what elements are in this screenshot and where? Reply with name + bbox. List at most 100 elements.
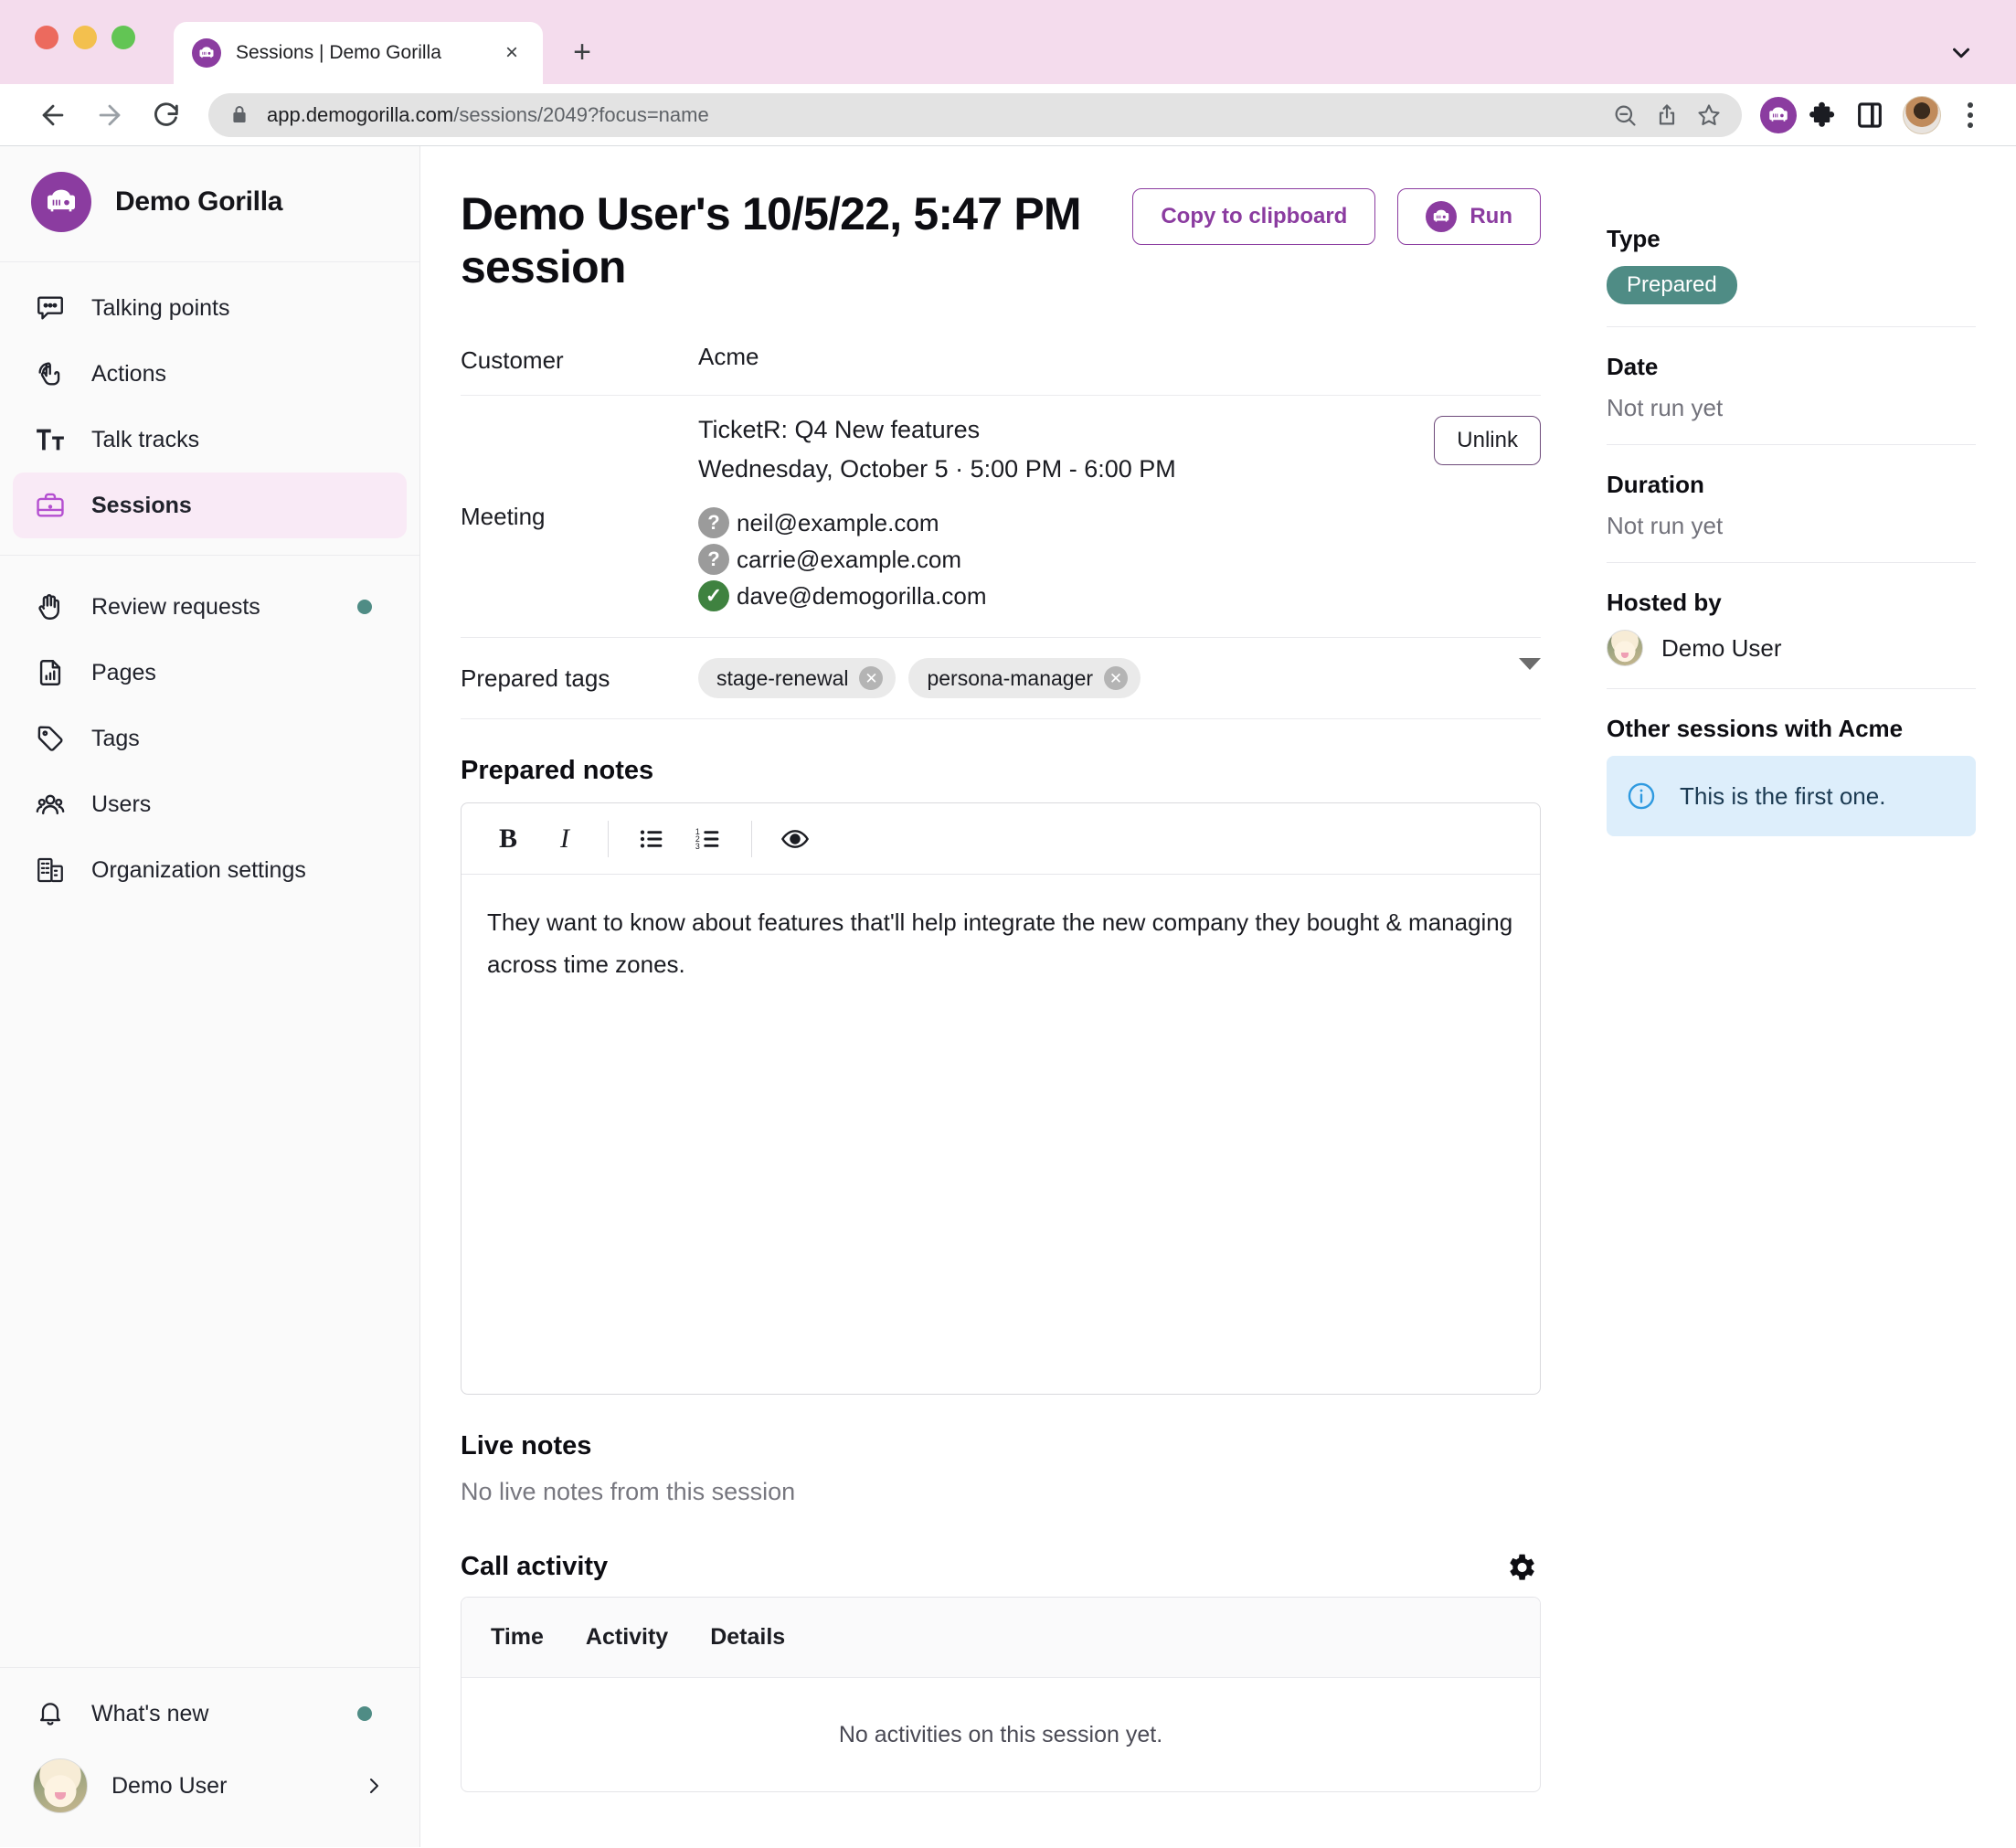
type-block: Type Prepared [1607,225,1976,327]
page-header: Demo User's 10/5/22, 5:47 PM session Cop… [461,188,1541,293]
window-minimize-button[interactable] [73,26,97,49]
eye-icon[interactable] [769,812,822,866]
sidebar-item-label: Organization settings [91,857,387,884]
hosted-by-label: Hosted by [1607,589,1976,617]
remove-tag-icon[interactable]: ✕ [859,666,883,690]
zoom-out-icon[interactable] [1612,102,1638,128]
sidebar-item-label: Talk tracks [91,427,387,453]
bulleted-list-icon[interactable] [625,812,678,866]
bold-button[interactable]: B [482,812,535,866]
sidebar-item-tags[interactable]: Tags [13,706,407,771]
sidebar-user-name: Demo User [111,1773,337,1800]
sidebar-item-users[interactable]: Users [13,771,407,837]
sidebar-item-actions[interactable]: Actions [13,341,407,407]
live-notes-heading: Live notes [461,1431,1541,1461]
sidebar-item-label: What's new [91,1701,334,1727]
italic-button[interactable]: I [538,812,591,866]
customer-value[interactable]: Acme [698,343,1541,371]
meeting-details: TicketR: Q4 New features Wednesday, Octo… [698,416,1412,617]
tag-chip[interactable]: stage-renewal ✕ [698,658,896,698]
main-content: Demo User's 10/5/22, 5:47 PM session Cop… [420,146,2016,1847]
unlink-button[interactable]: Unlink [1434,416,1541,465]
sidebar-item-talking-points[interactable]: Talking points [13,275,407,341]
sidebar-item-organization-settings[interactable]: Organization settings [13,837,407,903]
other-sessions-block: Other sessions with Acme This is the fir… [1607,715,1976,858]
attendee-row: ? carrie@example.com [698,544,1412,575]
run-button[interactable]: Run [1397,188,1541,245]
sidebar-nav-primary: Talking points Actions Talk tracks Sessi… [0,262,419,538]
copy-to-clipboard-label: Copy to clipboard [1161,204,1347,229]
brand-header[interactable]: Demo Gorilla [0,146,419,262]
sidebar-item-review-requests[interactable]: Review requests [13,574,407,640]
cursor-click-icon [33,356,68,391]
gear-icon[interactable] [1501,1547,1541,1588]
share-icon[interactable] [1654,102,1680,128]
info-banner: This is the first one. [1607,756,1976,836]
tag-chip[interactable]: persona-manager ✕ [908,658,1141,698]
chevron-down-icon[interactable] [1943,35,1979,71]
numbered-list-icon[interactable]: 123 [682,812,735,866]
meeting-label: Meeting [461,503,698,531]
browser-tab-bar: Sessions | Demo Gorilla × + [0,0,2016,84]
toolbar-divider [751,821,752,857]
attendee-status-accepted-icon: ✓ [698,580,729,611]
meeting-when: Wednesday, October 5 · 5:00 PM - 6:00 PM [698,455,1412,483]
document-chart-icon [33,655,68,690]
close-icon[interactable]: × [499,40,525,66]
sidebar-item-whats-new[interactable]: What's new [13,1681,407,1747]
tag-chip-label: persona-manager [927,666,1093,691]
sidebar-item-sessions[interactable]: Sessions [13,473,407,538]
caret-down-icon[interactable] [1519,658,1541,670]
table-header-row: Time Activity Details [462,1598,1540,1678]
date-block: Date Not run yet [1607,353,1976,445]
star-icon[interactable] [1696,102,1722,128]
window-close-button[interactable] [35,26,58,49]
other-sessions-label: Other sessions with Acme [1607,715,1976,743]
reload-icon[interactable] [141,90,192,141]
prepared-tags-input[interactable]: stage-renewal ✕ persona-manager ✕ [698,658,1504,698]
prepared-notes-editor[interactable]: B I 123 They want to know about features… [461,802,1541,1395]
page-title: Demo User's 10/5/22, 5:47 PM session [461,188,1110,293]
building-icon [33,853,68,887]
session-detail-column: Demo User's 10/5/22, 5:47 PM session Cop… [420,188,1577,1847]
attendee-row: ? neil@example.com [698,507,1412,538]
copy-to-clipboard-button[interactable]: Copy to clipboard [1132,188,1375,245]
table-empty-state: No activities on this session yet. [462,1678,1540,1791]
hosted-by-user: Demo User [1607,630,1976,666]
duration-block: Duration Not run yet [1607,471,1976,563]
profile-avatar-icon[interactable] [1903,96,1941,134]
side-panel-icon[interactable] [1850,95,1890,135]
sidebar-item-label: Talking points [91,295,387,322]
back-arrow-icon[interactable] [27,90,79,141]
date-value: Not run yet [1607,394,1976,422]
text-size-icon [33,422,68,457]
new-tab-button[interactable]: + [563,33,601,71]
remove-tag-icon[interactable]: ✕ [1104,666,1128,690]
sidebar-nav-secondary: Review requests Pages Tags Users [0,555,419,903]
duration-label: Duration [1607,471,1976,499]
users-icon [33,787,68,822]
tag-icon [33,721,68,756]
chevron-right-icon [361,1775,387,1797]
sidebar-item-pages[interactable]: Pages [13,640,407,706]
puzzle-piece-icon[interactable] [1804,95,1844,135]
address-bar[interactable]: app.demogorilla.com/sessions/2049?focus=… [208,93,1742,137]
window-maximize-button[interactable] [111,26,135,49]
kebab-menu-icon[interactable] [1952,95,1989,135]
type-label: Type [1607,225,1976,253]
date-label: Date [1607,353,1976,381]
attendee-row: ✓ dave@demogorilla.com [698,580,1412,611]
customer-label: Customer [461,343,698,375]
forward-arrow-icon[interactable] [84,90,135,141]
sidebar-item-talk-tracks[interactable]: Talk tracks [13,407,407,473]
avatar [1607,630,1643,666]
prepared-notes-body[interactable]: They want to know about features that'll… [462,875,1540,1394]
avatar [33,1758,88,1813]
attendee-email: dave@demogorilla.com [737,582,987,611]
browser-tab[interactable]: Sessions | Demo Gorilla × [174,22,543,84]
prepared-tags-row: Prepared tags stage-renewal ✕ persona-ma… [461,638,1541,719]
sidebar-user-menu[interactable]: Demo User [13,1747,407,1825]
sidebar-item-label: Sessions [91,493,387,519]
browser-toolbar: app.demogorilla.com/sessions/2049?focus=… [0,84,2016,146]
demogorilla-extension-icon[interactable] [1758,95,1798,135]
